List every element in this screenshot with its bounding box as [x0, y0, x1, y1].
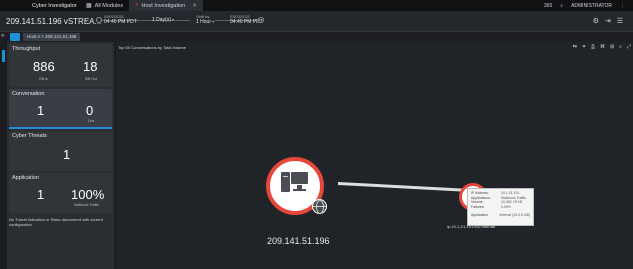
- application-card[interactable]: Application 1 100% Malicious Traffic: [9, 173, 112, 213]
- database-icon[interactable]: [10, 33, 20, 41]
- conversation-graph[interactable]: Top 50 Conversations by Total Volume ⇆ ⏷…: [116, 42, 633, 269]
- throughput-in-value: 886: [33, 59, 55, 74]
- malicious-label: Malicious Traffic: [74, 203, 100, 207]
- host-name[interactable]: 209.141.51.196 vSTREA...: [6, 17, 101, 26]
- host-node-label: 209.141.51.196: [267, 236, 330, 246]
- user-menu[interactable]: ADMINISTRATOR: [571, 3, 612, 9]
- malicious-pct: 100%: [71, 187, 105, 202]
- app-title: Cyber Investigator: [32, 2, 77, 9]
- computer-icon: [281, 170, 309, 196]
- expand-icon[interactable]: ⤢: [627, 44, 631, 50]
- list-icon[interactable]: ☰: [617, 17, 623, 25]
- throughput-card[interactable]: Throughput 886 GB In 18 MB Out: [9, 44, 112, 87]
- range-select[interactable]: 1 Day(s) ▾: [152, 17, 174, 23]
- grid-icon[interactable]: ⊞: [610, 44, 614, 50]
- throughput-out-label: MB Out: [85, 77, 97, 81]
- throughput-out-value: 18: [83, 59, 98, 74]
- shift-select[interactable]: Shift by 1 Hour ▾: [196, 14, 214, 25]
- host-bar: 209.141.51.196 vSTREA... 03/02/2021 04:40…: [0, 11, 633, 32]
- left-rail: [0, 42, 7, 269]
- search-icon[interactable]: ⌕: [560, 3, 563, 9]
- tab-all-modules[interactable]: ▦ All Modules: [80, 0, 129, 11]
- rail-indicator[interactable]: [2, 50, 5, 62]
- remote-node-label: ip-10-1-21-101.ec2.internal: [447, 224, 496, 229]
- layout-icon[interactable]: ⇆: [573, 44, 577, 50]
- node-tooltip: IP Address: 10.1.21.101 Applications: Mali…: [467, 188, 534, 226]
- tab-host-investigation[interactable]: ⌕ Host Investigation ✕: [129, 0, 203, 11]
- zoom-icon[interactable]: ⌕: [619, 44, 622, 50]
- tab-label: Host Investigation: [141, 2, 186, 9]
- mode-button[interactable]: 360: [544, 3, 552, 9]
- menu-icon[interactable]: ⋮: [620, 3, 625, 9]
- modules-icon: ▦: [86, 3, 92, 9]
- card-title: Throughput: [12, 46, 41, 52]
- filter-icon[interactable]: ⏷: [582, 44, 586, 50]
- summary-panel: Throughput 886 GB In 18 MB Out Conversat…: [7, 42, 114, 269]
- dns-label: Dns: [88, 119, 95, 123]
- conversation-card[interactable]: Conversation 1 0 Dns: [9, 89, 112, 129]
- top-right-controls: 360 ⌕ ADMINISTRATOR ⋮: [544, 3, 633, 9]
- card-title: Application: [12, 175, 39, 181]
- breadcrumb[interactable]: Host A > 209.141.51.196: [23, 33, 81, 41]
- status-note: No Threat Indication or Risks discovered…: [9, 217, 103, 227]
- card-title: Conversation: [12, 91, 45, 97]
- print-icon[interactable]: ⎙: [591, 44, 595, 50]
- start-time[interactable]: 03/02/2021 04:40 PM PDT: [104, 14, 137, 25]
- host-bar-actions: ⚙ ⇥ ☰: [593, 17, 623, 25]
- throughput-in-label: GB In: [39, 77, 48, 81]
- search-icon: ⌕: [135, 2, 139, 8]
- breadcrumb-bar: » Host A > 209.141.51.196: [0, 32, 633, 42]
- export-icon[interactable]: ⇥: [605, 17, 611, 25]
- start-handle[interactable]: [96, 17, 102, 23]
- graph-toolbar: ⇆ ⏷ ⎙ ⌘ ⊞ ⌕ ⤢: [573, 44, 631, 50]
- card-title: Cyber Threats: [12, 133, 47, 139]
- top-bar: Cyber Investigator ▦ All Modules ⌕ Host …: [0, 0, 633, 11]
- cyber-threats-card[interactable]: Cyber Threats 1: [9, 131, 112, 171]
- tab-label: All Modules: [94, 2, 124, 9]
- end-handle[interactable]: [258, 17, 264, 23]
- graph-title: Top 50 Conversations by Total Volume: [118, 45, 186, 50]
- app-window: Cyber Investigator ▦ All Modules ⌕ Host …: [0, 0, 633, 269]
- conversation-edge[interactable]: [337, 182, 473, 193]
- tree-icon[interactable]: ⌘: [600, 44, 605, 50]
- globe-icon: [312, 199, 327, 214]
- gear-icon[interactable]: ⚙: [593, 17, 599, 25]
- conversation-count: 1: [37, 103, 45, 118]
- application-count: 1: [37, 187, 45, 202]
- active-indicator: [9, 127, 112, 129]
- close-icon[interactable]: ✕: [192, 3, 197, 9]
- collapse-icon[interactable]: »: [1, 33, 4, 39]
- threat-count: 1: [63, 147, 71, 162]
- dns-value: 0: [86, 103, 94, 118]
